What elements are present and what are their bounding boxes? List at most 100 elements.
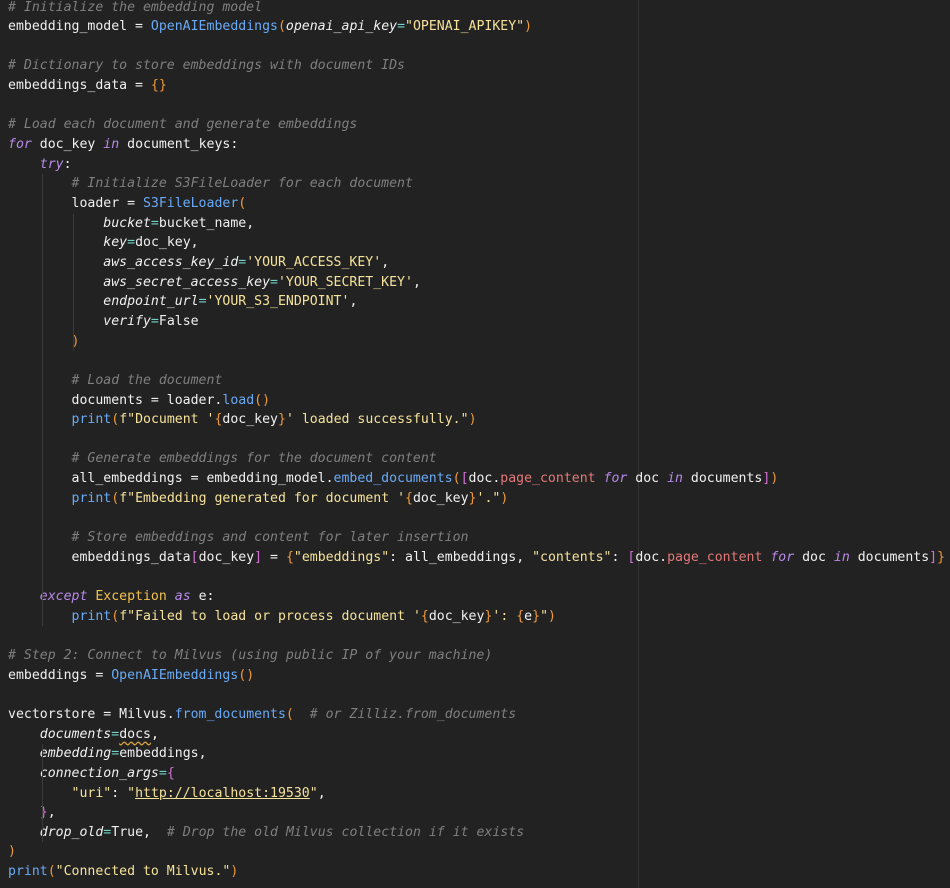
code-line[interactable]: embeddings = OpenAIEmbeddings() <box>8 666 254 686</box>
code-token-func: OpenAIEmbeddings <box>150 19 278 35</box>
code-line[interactable]: connection_args={ <box>8 764 175 784</box>
code-token-op: = <box>111 726 120 742</box>
code-token-plain: documents = loader. <box>8 392 223 408</box>
code-token-bracket: ) <box>524 19 533 35</box>
code-token-brace2: ] <box>254 549 263 565</box>
code-token-func: print <box>8 864 48 880</box>
code-line[interactable]: aws_secret_access_key='YOUR_SECRET_KEY', <box>8 273 421 293</box>
code-line[interactable]: embedding=embeddings, <box>8 744 207 764</box>
code-token-param: aws_access_key_id <box>103 254 239 270</box>
code-token-plain: doc. <box>468 471 501 487</box>
code-token-comment: # Load the document <box>8 372 223 388</box>
code-token-param: key <box>103 235 128 251</box>
indent-guide <box>41 744 43 843</box>
code-token-bracket: { <box>516 608 525 624</box>
code-token-bracket: {} <box>150 78 167 94</box>
code-token-bracket: ) <box>468 412 477 428</box>
code-line[interactable]: }, <box>8 803 56 823</box>
code-token-plain: doc <box>794 549 834 565</box>
code-token-prop: page_content <box>667 549 763 565</box>
code-line[interactable]: # Load the document <box>8 371 223 391</box>
code-line[interactable]: print("Connected to Milvus.") <box>8 862 238 882</box>
code-token-op: = <box>150 215 159 231</box>
code-editor[interactable]: # Initialize the embedding model embeddin… <box>0 0 950 888</box>
code-line[interactable]: # Step 2: Connect to Milvus (using publi… <box>8 646 492 666</box>
code-token-bracket: () <box>238 667 255 683</box>
code-token-plain: doc_key <box>31 137 104 153</box>
code-line[interactable]: # Initialize the embedding model <box>8 0 262 17</box>
code-token-comment: # Generate embeddings for the document c… <box>8 451 437 467</box>
code-token-param: aws_secret_access_key <box>103 274 271 290</box>
code-line[interactable]: verify=False <box>8 312 198 332</box>
code-token-plain: bucket_name, <box>158 215 255 231</box>
code-token-bracket: { <box>420 608 429 624</box>
code-token-plain: , <box>150 726 159 742</box>
code-line[interactable]: ) <box>8 332 80 352</box>
code-token-func: OpenAIEmbeddings <box>111 667 239 683</box>
code-line[interactable]: ) <box>8 842 16 862</box>
code-token-plain: : <box>63 156 72 172</box>
code-token-brace2: [ <box>460 471 469 487</box>
code-line[interactable]: drop_old=True, # Drop the old Milvus col… <box>8 823 524 843</box>
code-line[interactable]: # Initialize S3FileLoader for each docum… <box>8 174 413 194</box>
code-line[interactable]: "uri": "http://localhost:19530", <box>8 784 326 804</box>
code-token-plain: vectorstore = Milvus. <box>8 706 175 722</box>
code-token-plain: embeddings_data = <box>8 78 151 94</box>
code-line[interactable]: # Dictionary to store embeddings with do… <box>8 56 405 76</box>
code-token-op: = <box>127 235 136 251</box>
code-token-plain: doc_key <box>412 490 469 506</box>
code-token-keyword: try <box>39 156 64 172</box>
code-token-bracket: ( <box>111 412 120 428</box>
code-token-comment: # Initialize the embedding model <box>8 0 263 15</box>
code-token-string: 'YOUR_SECRET_KEY' <box>277 274 413 290</box>
code-token-comment: # Store embeddings and content for later… <box>8 530 469 546</box>
code-token-string: ' loaded successfully." <box>285 412 469 428</box>
code-token-func: embed_documents <box>333 471 453 487</box>
code-line[interactable]: bucket=bucket_name, <box>8 214 254 234</box>
code-token-string: f"Embedding generated for document ' <box>119 490 406 506</box>
code-line[interactable]: embedding_model = OpenAIEmbeddings(opena… <box>8 17 532 37</box>
code-line[interactable]: embeddings_data[doc_key] = {"embeddings"… <box>8 548 946 568</box>
code-token-plain: documents <box>682 471 763 487</box>
code-line[interactable]: key=doc_key, <box>8 233 198 253</box>
code-token-class: Exception <box>95 589 167 604</box>
code-token-param: documents <box>39 726 112 742</box>
code-line[interactable]: documents=docs, <box>8 725 159 745</box>
code-token-bracket: ( <box>277 19 286 35</box>
code-line[interactable]: print(f"Document '{doc_key}' loaded succ… <box>8 410 477 430</box>
code-line[interactable]: documents = loader.load() <box>8 391 271 411</box>
code-line[interactable]: # Load each document and generate embedd… <box>8 115 357 135</box>
code-token-bracket: ( <box>452 471 461 487</box>
code-line[interactable]: print(f"Embedding generated for document… <box>8 489 509 509</box>
code-line[interactable]: print(f"Failed to load or process docume… <box>8 607 556 627</box>
code-token-bracket: ) <box>230 864 239 880</box>
code-line[interactable]: aws_access_key_id='YOUR_ACCESS_KEY', <box>8 253 389 273</box>
code-line[interactable]: vectorstore = Milvus.from_documents( # o… <box>8 705 516 725</box>
code-token-link: http://localhost:19530 <box>135 785 310 801</box>
code-line[interactable]: endpoint_url='YOUR_S3_ENDPOINT', <box>8 292 357 312</box>
code-token-param: openai_api_key <box>285 19 398 35</box>
code-line[interactable]: except Exception as e: <box>8 587 215 607</box>
code-line[interactable]: embeddings_data = {} <box>8 76 167 96</box>
code-token-func: print <box>71 412 112 428</box>
code-line[interactable]: # Store embeddings and content for later… <box>8 528 469 548</box>
code-line[interactable]: all_embeddings = embedding_model.embed_d… <box>8 469 779 489</box>
code-line[interactable]: # Generate embeddings for the document c… <box>8 449 437 469</box>
code-line[interactable]: try: <box>8 155 72 175</box>
code-token-keyword: except <box>39 589 88 604</box>
code-line[interactable]: for doc_key in document_keys: <box>8 135 238 155</box>
code-line[interactable]: loader = S3FileLoader( <box>8 194 247 214</box>
code-token-plain: doc_key <box>428 608 485 624</box>
code-token-bracket: } <box>937 549 946 565</box>
